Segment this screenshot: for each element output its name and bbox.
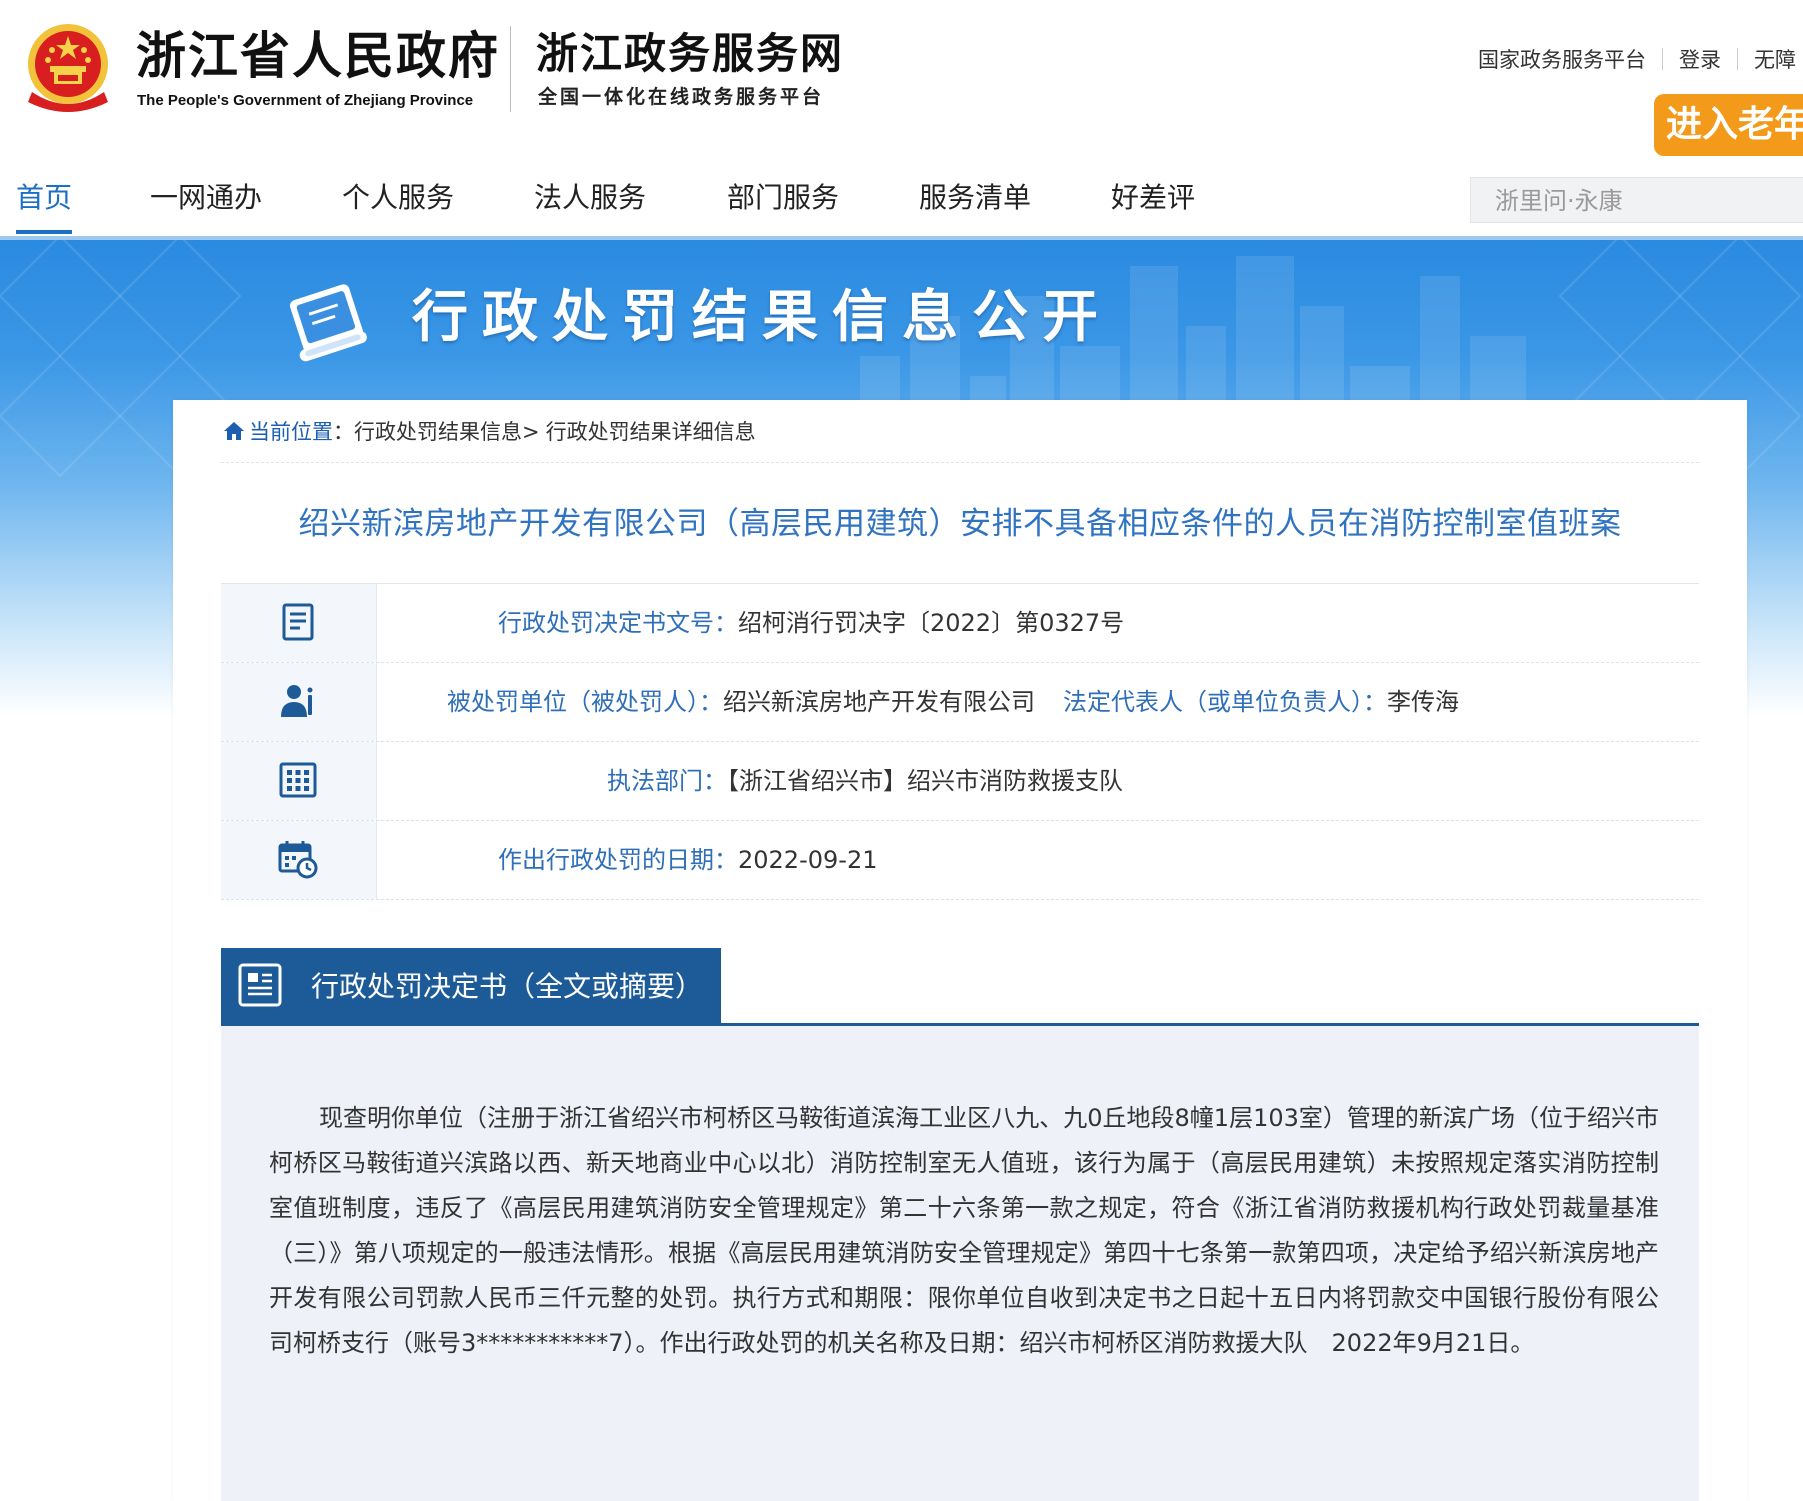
nav-one-network[interactable]: 一网通办 [150,176,262,220]
rep-value: 李传海 [1387,688,1459,716]
content-card: 当前位置 ： 行政处罚结果信息> 行政处罚结果详细信息 绍兴新滨房地产开发有限公… [173,400,1747,1501]
building-icon [279,762,317,798]
gov-subtitle: The People's Government of Zhejiang Prov… [137,92,474,109]
date-label: 作出行政处罚的日期： [498,846,738,874]
info-row-decision-no: 行政处罚决定书文号：绍柯消行罚决字〔2022〕第0327号 [221,584,1699,663]
decision-section-body: 现查明你单位（注册于浙江省绍兴市柯桥区马鞍街道滨海工业区八九、九0丘地段8幢1层… [221,1026,1699,1501]
decision-no-value: 绍柯消行罚决字〔2022〕第0327号 [738,609,1125,637]
nav-active-indicator [16,230,72,234]
national-emblem-icon [28,24,108,112]
elder-mode-button[interactable]: 进入老年 [1654,94,1803,156]
top-links: 国家政务服务平台 登录 无障 [1478,44,1796,74]
decision-section-title: 行政处罚决定书（全文或摘要） [311,970,704,1003]
article-icon [238,963,282,1007]
breadcrumb-divider [221,462,1699,463]
decision-section-header: 行政处罚决定书（全文或摘要） [221,948,1699,1026]
breadcrumb-current-label: 当前位置 [249,420,333,444]
case-info-table: 行政处罚决定书文号：绍柯消行罚决字〔2022〕第0327号 被处罚单位（被处罚人… [221,583,1699,900]
site-header: 浙江省人民政府 The People's Government of Zheji… [0,0,1803,240]
info-icon-cell [221,584,377,662]
date-text: 作出行政处罚的日期：2022-09-21 [498,821,877,899]
book-icon [289,284,367,362]
decision-no-label: 行政处罚决定书文号： [498,609,738,637]
gov-title[interactable]: 浙江省人民政府 [136,26,500,86]
header-divider [510,26,511,112]
date-value: 2022-09-21 [738,846,878,874]
department-value: 【浙江省绍兴市】绍兴市消防救援支队 [727,767,1123,795]
department-text: 执法部门：【浙江省绍兴市】绍兴市消防救援支队 [607,742,1123,820]
link-separator [1662,48,1663,70]
breadcrumb-sep: ： [333,420,354,444]
info-icon-cell [221,821,377,899]
document-icon [282,603,314,641]
info-row-date: 作出行政处罚的日期：2022-09-21 [221,821,1699,900]
case-title: 绍兴新滨房地产开发有限公司（高层民用建筑）安排不具备相应条件的人员在消防控制室值… [298,506,1622,542]
national-platform-link[interactable]: 国家政务服务平台 [1478,44,1646,74]
banner-title: 行政处罚结果信息公开 [412,284,1112,350]
nav-service-list[interactable]: 服务清单 [919,176,1031,220]
banner-top-border [0,236,1803,240]
decision-section-tab: 行政处罚决定书（全文或摘要） [221,948,721,1026]
service-title[interactable]: 浙江政务服务网 [536,28,844,80]
breadcrumb-item-detail: 行政处罚结果详细信息 [545,420,756,444]
home-icon[interactable] [223,420,245,442]
search-box [1470,177,1803,224]
accessibility-link[interactable]: 无障 [1754,44,1796,74]
department-label: 执法部门： [607,767,727,795]
service-subtitle: 全国一体化在线政务服务平台 [538,86,825,108]
info-icon-cell [221,742,377,820]
decision-content: 现查明你单位（注册于浙江省绍兴市柯桥区马鞍街道滨海工业区八九、九0丘地段8幢1层… [269,1104,1659,1357]
person-icon [281,685,313,717]
login-link[interactable]: 登录 [1679,44,1721,74]
rep-label: 法定代表人（或单位负责人）： [1063,688,1387,716]
nav-personal-service[interactable]: 个人服务 [342,176,454,220]
info-row-department: 执法部门：【浙江省绍兴市】绍兴市消防救援支队 [221,742,1699,821]
info-row-party: 被处罚单位（被处罚人）：绍兴新滨房地产开发有限公司 法定代表人（或单位负责人）：李… [221,663,1699,742]
nav-home[interactable]: 首页 [16,176,72,220]
link-separator [1737,48,1738,70]
calendar-icon [278,841,318,879]
nav-legal-service[interactable]: 法人服务 [534,176,646,220]
party-value: 绍兴新滨房地产开发有限公司 [723,688,1035,716]
decision-no-text: 行政处罚决定书文号：绍柯消行罚决字〔2022〕第0327号 [498,584,1124,662]
breadcrumb: 当前位置 ： 行政处罚结果信息> 行政处罚结果详细信息 [223,416,756,446]
party-label: 被处罚单位（被处罚人）： [447,688,723,716]
breadcrumb-item-results[interactable]: 行政处罚结果信息> [354,416,540,446]
search-input[interactable] [1471,178,1803,224]
nav-rating[interactable]: 好差评 [1111,176,1195,220]
info-icon-cell [221,663,377,741]
party-text: 被处罚单位（被处罚人）：绍兴新滨房地产开发有限公司 法定代表人（或单位负责人）：李… [447,663,1459,741]
nav-department-service[interactable]: 部门服务 [727,176,839,220]
